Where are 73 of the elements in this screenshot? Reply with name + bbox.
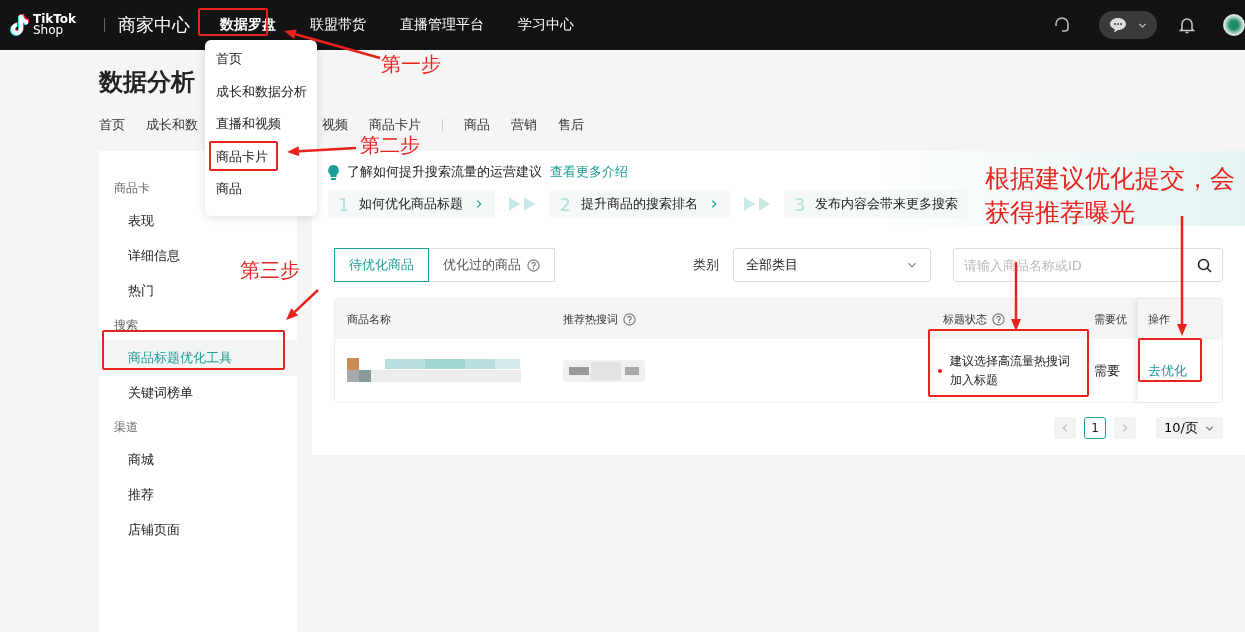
page-button[interactable]: 1 [1084, 417, 1107, 439]
step-label: 如何优化商品标题 [359, 195, 464, 213]
table-cell-text: 建议选择高流量热搜词加入标题 [950, 352, 1071, 389]
chat-menu-button[interactable] [1099, 11, 1157, 39]
double-play-icon [741, 197, 772, 211]
bell-icon[interactable] [1179, 16, 1195, 34]
avatar[interactable] [1223, 14, 1245, 36]
logo-text: Shop [33, 25, 64, 36]
step-annotation: 第二步 [360, 133, 420, 157]
menu-item[interactable]: 首页 [216, 48, 317, 81]
highlight-box [209, 141, 278, 171]
status-dot [938, 368, 942, 373]
subnav-tab[interactable]: 营销 [511, 116, 537, 134]
callout-text: 获得推荐曝光 [985, 198, 1135, 228]
step-number: 2 [559, 193, 571, 215]
menu-item[interactable]: 商品 [216, 178, 317, 211]
column-header: 操作 [1148, 311, 1170, 327]
sidebar-item[interactable]: 店铺页面 [128, 512, 180, 548]
category-label: 类别 [693, 256, 719, 274]
sidebar-group-title: 渠道 [114, 419, 138, 436]
sidebar-item[interactable]: 表现 [128, 203, 154, 239]
callout-text: 根据建议优化提交，会 [985, 164, 1235, 194]
sidebar-item[interactable]: 详细信息 [128, 238, 180, 274]
nav-item[interactable]: 直播管理平台 [398, 12, 487, 38]
arrow [287, 146, 357, 157]
portal-title: 商家中心 [118, 13, 191, 37]
page-title: 数据分析 [99, 67, 195, 97]
subnav-tab[interactable]: 商品卡片 [369, 116, 421, 134]
music-note-icon [8, 13, 30, 37]
sidebar-group-title: 商品卡 [114, 180, 150, 197]
logo-text: TikTok [33, 14, 77, 25]
column-header: 标题状态 [943, 311, 987, 327]
highlight-box [1138, 338, 1202, 382]
sidebar-item[interactable]: 商城 [128, 442, 154, 478]
sidebar-item[interactable]: 热门 [128, 273, 154, 309]
headset-icon[interactable] [1053, 16, 1071, 34]
column-header: 推荐热搜词 [563, 311, 618, 327]
menu-item[interactable]: 商品卡片 [216, 145, 317, 178]
step-annotation: 第一步 [381, 52, 441, 76]
nav-item[interactable]: 联盟带货 [308, 12, 369, 38]
subnav-tab[interactable]: 视频 [322, 116, 348, 134]
step-number: 3 [793, 193, 806, 215]
tip-text: 了解如何提升搜索流量的运营建议 [347, 163, 542, 181]
column-header: 商品名称 [347, 311, 391, 327]
chat-bubble-icon [1108, 17, 1127, 33]
tab[interactable]: 优化过的商品 [428, 248, 555, 282]
step-number: 1 [338, 193, 350, 215]
sidebar-item[interactable]: 关键词榜单 [128, 375, 193, 411]
step-label: 发布内容会带来更多搜索 [815, 195, 959, 213]
category-select[interactable]: 全部类目 [733, 248, 931, 282]
help-icon [623, 312, 636, 326]
step-card[interactable]: 3 发布内容会带来更多搜索 [783, 190, 969, 218]
lightbulb-icon [328, 164, 339, 180]
table-cell: 需要 [1094, 361, 1120, 380]
step-label: 提升商品的搜索排名 [580, 195, 698, 213]
subnav-tab[interactable]: 商品 [464, 116, 490, 134]
help-icon [527, 258, 540, 272]
sidebar-group-title: 搜索 [114, 317, 138, 334]
step-card[interactable]: 1 如何优化商品标题 [328, 190, 496, 218]
menu-item[interactable]: 直播和视频 [216, 113, 317, 146]
subnav-tab[interactable]: 首页 [99, 116, 125, 134]
arrow [286, 289, 319, 320]
subnav-tab[interactable]: 售后 [558, 116, 584, 134]
sidebar-item[interactable]: 推荐 [128, 477, 154, 513]
step-annotation: 第三步 [240, 258, 300, 282]
page-size-select[interactable]: 10/页 [1156, 417, 1223, 439]
search-icon[interactable] [1197, 258, 1212, 273]
nav-item[interactable]: 学习中心 [516, 12, 577, 38]
help-icon [992, 312, 1005, 326]
column-header: 需要优 [1094, 311, 1127, 327]
menu-item[interactable]: 成长和数据分析 [216, 80, 317, 113]
subnav-tab[interactable]: 成长和数 [146, 116, 198, 134]
step-card[interactable]: 2 提升商品的搜索排名 [549, 190, 730, 218]
